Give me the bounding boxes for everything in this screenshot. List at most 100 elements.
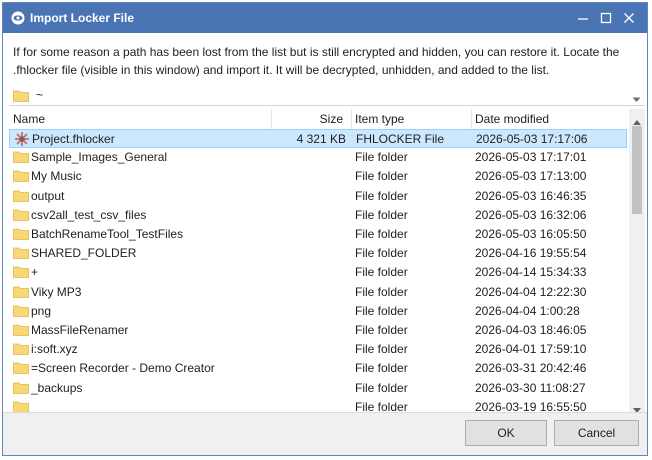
folder-icon: [13, 323, 29, 337]
item-type: File folder: [355, 227, 408, 241]
file-size: [271, 340, 345, 359]
date-modified: 2026-04-01 17:59:10: [475, 342, 587, 357]
folder-icon: [13, 304, 29, 318]
date-modified: 2026-04-04 1:00:28: [475, 303, 580, 318]
file-size: [271, 187, 345, 206]
file-name: =Screen Recorder - Demo Creator: [31, 361, 215, 376]
import-locker-dialog: Import Locker File If for some reason a …: [2, 2, 648, 456]
file-size: [271, 206, 345, 225]
file-size: 4 321 KB: [296, 132, 346, 146]
item-type: File folder: [355, 323, 408, 337]
file-name: [31, 398, 269, 412]
file-name: output: [31, 188, 65, 203]
table-row[interactable]: output File folder 2026-05-03 16:46:35: [9, 187, 627, 206]
window-title: Import Locker File: [30, 11, 135, 25]
folder-icon: [13, 361, 29, 375]
file-size: [271, 244, 345, 263]
table-row[interactable]: png File folder 2026-04-04 1:00:28: [9, 302, 627, 321]
date-modified: 2026-04-03 18:46:05: [475, 323, 587, 337]
file-size: [271, 225, 345, 244]
file-size: [271, 263, 345, 282]
app-eye-icon: [11, 11, 25, 25]
minimize-icon[interactable]: [574, 9, 592, 27]
table-row[interactable]: Sample_Images_General File folder 2026-05-…: [9, 148, 627, 167]
chevron-down-icon[interactable]: [632, 92, 641, 106]
item-type: File folder: [355, 399, 408, 412]
table-row[interactable]: SHARED_FOLDER File folder 2026-04-16 19:55…: [9, 244, 627, 263]
item-type: File folder: [355, 207, 408, 222]
file-name: _backups: [31, 380, 83, 395]
item-type: File folder: [355, 246, 408, 261]
table-row[interactable]: i:soft.xyz File folder 2026-04-01 17:59:10: [9, 340, 627, 359]
folder-icon: [13, 227, 29, 241]
file-name: MassFileRenamer: [31, 323, 129, 337]
cancel-button[interactable]: Cancel: [554, 420, 639, 446]
file-name: SHARED_FOLDER: [31, 246, 137, 261]
folder-icon: [13, 285, 29, 299]
column-header-size[interactable]: Size: [271, 109, 347, 129]
table-row[interactable]: Project.fhlocker 4 321 KB FHLOCKER File 202…: [9, 129, 627, 148]
file-size: [271, 398, 345, 412]
column-header-date[interactable]: Date modified: [471, 109, 627, 129]
table-row[interactable]: MassFileRenamer File folder 2026-04-03 18:…: [9, 321, 627, 340]
folder-icon: [13, 246, 29, 260]
date-modified: 2026-05-03 16:05:50: [475, 227, 587, 241]
instructions-text: If for some reason a path has been lost …: [13, 45, 620, 77]
file-name: My Music: [31, 169, 82, 184]
date-modified: 2026-05-03 16:46:35: [475, 188, 587, 203]
title-bar[interactable]: Import Locker File: [3, 3, 647, 33]
table-row[interactable]: Viky MP3 File folder 2026-04-04 12:22:30: [9, 283, 627, 302]
date-modified: 2026-05-03 17:13:00: [475, 169, 587, 184]
column-header-name[interactable]: Name: [9, 109, 271, 129]
item-type: File folder: [355, 361, 408, 376]
list-header: Name Size Item type Date modified: [9, 109, 627, 130]
date-modified: 2026-03-19 16:55:50: [475, 399, 587, 412]
table-row[interactable]: File folder 2026-03-19 16:55:50: [9, 398, 627, 412]
file-name: csv2all_test_csv_files: [31, 207, 147, 222]
item-type: FHLOCKER File: [356, 132, 445, 146]
locker-file-icon: [14, 131, 30, 147]
file-name: Viky MP3: [31, 284, 82, 299]
folder-icon: [13, 89, 29, 105]
folder-icon: [13, 265, 29, 279]
ok-button[interactable]: OK: [465, 420, 547, 446]
vertical-scrollbar[interactable]: [629, 109, 645, 413]
table-row[interactable]: + File folder 2026-04-14 15:34:33: [9, 263, 627, 282]
item-type: File folder: [355, 380, 408, 395]
file-name: i:soft.xyz: [31, 342, 78, 357]
file-size: [271, 302, 345, 321]
column-header-type[interactable]: Item type: [351, 109, 471, 129]
file-size: [271, 321, 345, 340]
file-size: [271, 167, 345, 186]
close-icon[interactable]: [620, 9, 638, 27]
table-row[interactable]: =Screen Recorder - Demo Creator File fold…: [9, 359, 627, 378]
file-list: Name Size Item type Date modified Projec…: [9, 109, 627, 412]
folder-icon: [13, 208, 29, 222]
maximize-icon[interactable]: [597, 9, 615, 27]
file-size: [271, 283, 345, 302]
file-name: BatchRenameTool_TestFiles: [31, 227, 184, 241]
folder-icon: [13, 400, 29, 412]
folder-icon: [13, 189, 29, 203]
table-row[interactable]: _backups File folder 2026-03-30 11:08:27: [9, 379, 627, 398]
date-modified: 2026-05-03 17:17:06: [476, 132, 588, 146]
path-combobox[interactable]: ~: [9, 85, 645, 106]
table-row[interactable]: BatchRenameTool_TestFiles File folder 2026…: [9, 225, 627, 244]
date-modified: 2026-04-04 12:22:30: [475, 284, 587, 299]
file-name: +: [31, 265, 39, 280]
date-modified: 2026-03-30 11:08:27: [475, 380, 586, 395]
file-size: [271, 379, 345, 398]
item-type: File folder: [355, 150, 408, 165]
item-type: File folder: [355, 303, 408, 318]
table-row[interactable]: csv2all_test_csv_files File folder 2026-05…: [9, 206, 627, 225]
file-name: Sample_Images_General: [31, 150, 168, 165]
scrollbar-thumb[interactable]: [632, 126, 642, 214]
item-type: File folder: [355, 169, 408, 184]
date-modified: 2026-05-03 17:17:01: [475, 150, 587, 165]
file-size: [271, 148, 345, 167]
file-name: Project.fhlocker: [32, 132, 115, 146]
dialog-footer: OK Cancel: [3, 412, 647, 455]
date-modified: 2026-05-03 16:32:06: [475, 207, 587, 222]
table-row[interactable]: My Music File folder 2026-05-03 17:13:00: [9, 167, 627, 186]
folder-icon: [13, 169, 29, 183]
